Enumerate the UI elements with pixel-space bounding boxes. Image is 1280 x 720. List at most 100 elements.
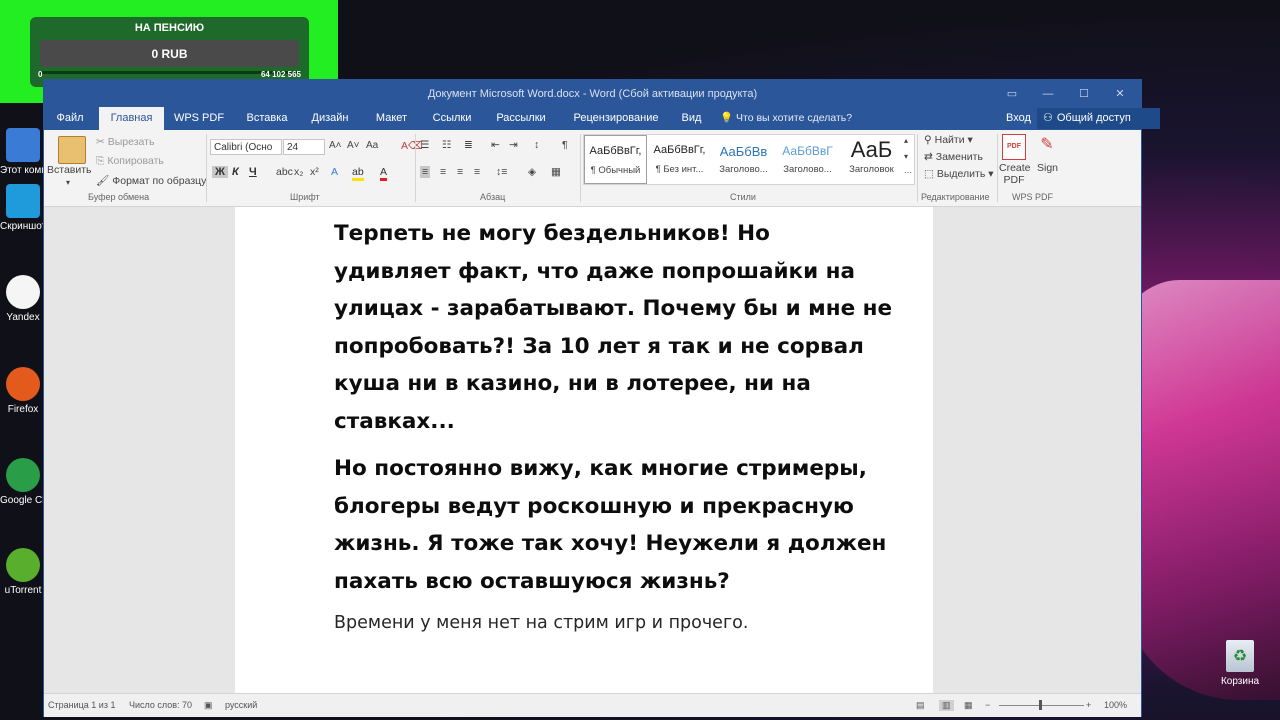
highlight-icon[interactable]: ab (352, 166, 364, 181)
desktop-icon-label: Firefox (7, 404, 39, 415)
tab-7[interactable]: Рассылки (485, 107, 557, 130)
minimize-icon[interactable]: — (1030, 80, 1066, 107)
bold-button[interactable]: Ж (212, 166, 228, 178)
replace-icon: ⇄ (924, 151, 933, 163)
borders-icon[interactable]: ▦ (551, 166, 561, 178)
person-icon: ⚇ (1043, 112, 1053, 124)
format-painter-label: Формат по образцу (112, 175, 207, 187)
goal-min: 0 (38, 70, 43, 79)
style-item[interactable]: АаБбВв Заголово... (712, 135, 775, 184)
align-right-icon[interactable]: ≡ (457, 166, 463, 178)
brush-icon: 🖌 (96, 175, 110, 187)
style-item[interactable]: АаБбВвГг, ¶ Без инт... (648, 135, 711, 184)
desktop-icon[interactable]: Firefox (0, 367, 46, 415)
web-layout-icon[interactable]: ▦ (964, 700, 973, 711)
proofing-icon[interactable]: ▣ (204, 700, 213, 711)
grow-font-icon[interactable]: A˄ (329, 140, 342, 151)
strikethrough-icon[interactable]: abc (276, 166, 293, 178)
font-name-combo[interactable]: Calibri (Осно (210, 139, 282, 155)
desktop-icon[interactable]: Google Chrome (0, 458, 46, 506)
decrease-indent-icon[interactable]: ⇤ (491, 139, 500, 151)
font-size-combo[interactable]: 24 (283, 139, 325, 155)
zoom-level[interactable]: 100% (1104, 700, 1127, 710)
paste-icon[interactable] (58, 136, 86, 164)
numbering-icon[interactable]: ☷ (442, 139, 451, 151)
paste-dropdown-icon[interactable]: ▾ (66, 178, 70, 187)
title-bar: Документ Microsoft Word.docx - Word (Сбо… (44, 80, 1141, 107)
shrink-font-icon[interactable]: A˅ (347, 140, 360, 151)
print-layout-icon[interactable]: ▥ (939, 700, 954, 711)
zoom-in-icon[interactable]: + (1086, 700, 1091, 710)
tab-6[interactable]: Ссылки (422, 107, 482, 130)
separator (997, 134, 998, 202)
document-page[interactable]: Терпеть не могу бездельников! Но удивляе… (235, 207, 933, 693)
styles-group-label: Стили (730, 192, 756, 202)
style-item[interactable]: АаБ Заголовок (840, 135, 903, 184)
zoom-slider-thumb[interactable] (1039, 700, 1042, 710)
recycle-bin[interactable]: ♻ Корзина (1216, 640, 1264, 687)
justify-icon[interactable]: ≡ (474, 166, 480, 178)
share-button[interactable]: ⚇ Общий доступ (1037, 108, 1160, 129)
tab-1[interactable]: Главная (99, 107, 164, 130)
styles-up-icon[interactable]: ▴ (904, 136, 908, 145)
replace-label: Заменить (935, 151, 983, 163)
page-count[interactable]: Страница 1 из 1 (48, 700, 115, 710)
desktop-icon[interactable]: Yandex (0, 275, 46, 323)
desktop-icon[interactable]: Этот компью... (0, 128, 46, 176)
sort-icon[interactable]: ↕ (534, 139, 539, 151)
style-item[interactable]: АаБбВвГг, ¶ Обычный (584, 135, 647, 184)
read-mode-icon[interactable]: ▤ (916, 700, 925, 711)
italic-button[interactable]: К (232, 166, 239, 178)
desktop-icon[interactable]: Скриншоты (0, 184, 46, 232)
create-pdf-button[interactable]: Create PDF (999, 162, 1031, 186)
zoom-out-icon[interactable]: − (985, 700, 990, 710)
styles-down-icon[interactable]: ▾ (904, 152, 908, 161)
style-item[interactable]: АаБбВвГ Заголово... (776, 135, 839, 184)
line-spacing-icon[interactable]: ↕≡ (496, 166, 507, 178)
utorrent-icon (6, 548, 40, 582)
paste-button[interactable]: Вставить (47, 164, 92, 176)
ribbon-home: Вставить ▾ ✂ Вырезать ⎘ Копировать 🖌 Фор… (44, 130, 1141, 207)
styles-more-icon[interactable]: ⋯ (904, 168, 912, 177)
shading-icon[interactable]: ◈ (528, 166, 536, 178)
tab-0[interactable]: Файл (44, 107, 96, 130)
word-count[interactable]: Число слов: 70 (129, 700, 192, 710)
text-effects-icon[interactable]: A (331, 166, 338, 178)
login-link[interactable]: Вход (1006, 107, 1031, 130)
desktop-icon[interactable]: uTorrent (0, 548, 46, 596)
find-button[interactable]: ⚲ Найти ▾ (924, 134, 973, 146)
increase-indent-icon[interactable]: ⇥ (509, 139, 518, 151)
superscript-icon[interactable]: x² (310, 166, 319, 178)
underline-button[interactable]: Ч (249, 166, 257, 178)
tab-2[interactable]: WPS PDF (164, 107, 234, 130)
language[interactable]: русский (225, 700, 257, 710)
tab-5[interactable]: Макет (364, 107, 419, 130)
scissors-icon: ✂ (96, 136, 105, 148)
cut-button[interactable]: ✂ Вырезать (96, 136, 154, 148)
close-icon[interactable]: ✕ (1102, 80, 1138, 107)
replace-button[interactable]: ⇄ Заменить (924, 151, 983, 163)
tab-3[interactable]: Вставка (237, 107, 297, 130)
multilevel-icon[interactable]: ≣ (464, 139, 473, 151)
bullets-icon[interactable]: ☰ (420, 139, 429, 151)
change-case-icon[interactable]: Aa (366, 140, 378, 151)
sign-icon[interactable]: ✎ (1036, 134, 1058, 158)
font-color-icon[interactable]: A (380, 166, 388, 181)
tab-9[interactable]: Вид (674, 107, 709, 130)
tab-8[interactable]: Рецензирование (561, 107, 671, 130)
format-painter-button[interactable]: 🖌 Формат по образцу (96, 174, 206, 187)
tab-4[interactable]: Дизайн (299, 107, 361, 130)
align-left-icon[interactable]: ≡ (420, 166, 431, 178)
copy-button[interactable]: ⎘ Копировать (96, 155, 164, 168)
ribbon-display-icon[interactable]: ▭ (994, 80, 1030, 107)
subscript-icon[interactable]: x₂ (294, 166, 303, 178)
sign-button[interactable]: Sign (1037, 162, 1058, 174)
create-pdf-icon[interactable]: PDF (1002, 134, 1026, 160)
select-button[interactable]: ⬚ Выделить ▾ (924, 168, 994, 180)
tell-me-search[interactable]: 💡 Что вы хотите сделать? (720, 107, 852, 130)
document-body[interactable]: Терпеть не могу бездельников! Но удивляе… (334, 215, 894, 636)
maximize-icon[interactable]: ☐ (1066, 80, 1102, 107)
align-center-icon[interactable]: ≡ (440, 166, 446, 178)
goal-max: 64 102 565 (260, 70, 301, 79)
show-marks-icon[interactable]: ¶ (562, 139, 568, 151)
